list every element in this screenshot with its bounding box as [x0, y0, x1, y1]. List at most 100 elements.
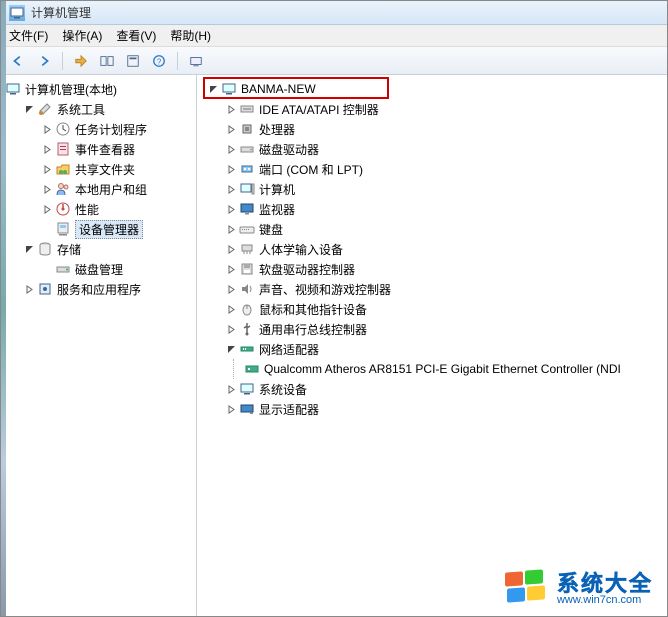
forward-button[interactable] [33, 50, 55, 72]
back-button[interactable] [7, 50, 29, 72]
nic-icon [244, 361, 260, 377]
computer-mgmt-icon [5, 81, 21, 97]
device-label: BANMA-NEW [241, 82, 316, 96]
menu-view[interactable]: 查看(V) [116, 27, 156, 44]
chevron-down-icon[interactable] [225, 343, 237, 355]
titlebar: 计算机管理 [1, 1, 667, 25]
tree-label: 本地用户和组 [75, 181, 147, 198]
device-mgr-icon [55, 221, 71, 237]
chevron-right-icon[interactable] [23, 283, 35, 295]
menu-action[interactable]: 操作(A) [62, 27, 102, 44]
device-mice[interactable]: 鼠标和其他指针设备 [221, 299, 667, 319]
chevron-down-icon[interactable] [23, 243, 35, 255]
tree-performance[interactable]: 性能 [37, 199, 196, 219]
tree-services[interactable]: 服务和应用程序 [19, 279, 196, 299]
chevron-right-icon[interactable] [225, 383, 237, 395]
chevron-right-icon[interactable] [225, 103, 237, 115]
sysdev-icon [239, 381, 255, 397]
tree-task-scheduler[interactable]: 任务计划程序 [37, 119, 196, 139]
chevron-right-icon[interactable] [41, 143, 53, 155]
chevron-right-icon[interactable] [225, 203, 237, 215]
tree-root[interactable]: 计算机管理(本地) [1, 79, 196, 99]
chevron-right-icon[interactable] [41, 183, 53, 195]
chevron-right-icon[interactable] [225, 163, 237, 175]
device-system-devices[interactable]: 系统设备 [221, 379, 667, 399]
chevron-right-icon[interactable] [225, 263, 237, 275]
device-floppy-ctrl[interactable]: 软盘驱动器控制器 [221, 259, 667, 279]
chevron-right-icon[interactable] [225, 323, 237, 335]
tree-local-users[interactable]: 本地用户和组 [37, 179, 196, 199]
help-button[interactable]: ? [148, 50, 170, 72]
device-computer[interactable]: 计算机 [221, 179, 667, 199]
watermark: 系统大全 www.win7cn.com [505, 570, 653, 608]
menu-file[interactable]: 文件(F) [9, 27, 48, 44]
device-disk-drives[interactable]: 磁盘驱动器 [221, 139, 667, 159]
device-monitors[interactable]: 监视器 [221, 199, 667, 219]
device-ide[interactable]: IDE ATA/ATAPI 控制器 [221, 99, 667, 119]
device-label: 通用串行总线控制器 [259, 321, 367, 338]
tree-disk-mgmt[interactable]: 磁盘管理 [37, 259, 196, 279]
device-usb[interactable]: 通用串行总线控制器 [221, 319, 667, 339]
device-display-adapters[interactable]: 显示适配器 [221, 399, 667, 419]
tools-icon [37, 101, 53, 117]
device-network[interactable]: 网络适配器 [221, 339, 667, 359]
clock-icon [55, 121, 71, 137]
device-label: 磁盘驱动器 [259, 141, 319, 158]
device-label: Qualcomm Atheros AR8151 PCI-E Gigabit Et… [264, 362, 621, 376]
chevron-right-icon[interactable] [225, 243, 237, 255]
pc-icon [239, 181, 255, 197]
up-button[interactable] [70, 50, 92, 72]
chevron-down-icon[interactable] [23, 103, 35, 115]
tree-system-tools[interactable]: 系统工具 [19, 99, 196, 119]
toolbar: ? [1, 47, 667, 75]
device-ports[interactable]: 端口 (COM 和 LPT) [221, 159, 667, 179]
device-label: 键盘 [259, 221, 283, 238]
chevron-right-icon[interactable] [41, 123, 53, 135]
device-keyboards[interactable]: 键盘 [221, 219, 667, 239]
menu-help[interactable]: 帮助(H) [170, 27, 211, 44]
right-tree-pane: BANMA-NEW IDE ATA/ATAPI 控制器 处理器 磁盘驱动器 端口… [197, 75, 667, 616]
chevron-right-icon[interactable] [225, 303, 237, 315]
chevron-right-icon[interactable] [225, 403, 237, 415]
tree-device-manager[interactable]: 设备管理器 [37, 219, 196, 239]
tree-shared-folders[interactable]: 共享文件夹 [37, 159, 196, 179]
tree-storage[interactable]: 存储 [19, 239, 196, 259]
port-icon [239, 161, 255, 177]
tree-event-viewer[interactable]: 事件查看器 [37, 139, 196, 159]
device-hid[interactable]: 人体学输入设备 [221, 239, 667, 259]
display-adapter-icon [239, 401, 255, 417]
device-nic-item[interactable]: Qualcomm Atheros AR8151 PCI-E Gigabit Et… [244, 359, 667, 379]
chevron-right-icon[interactable] [225, 123, 237, 135]
device-root[interactable]: BANMA-NEW [203, 79, 667, 99]
window-title: 计算机管理 [31, 4, 91, 21]
tree-label: 服务和应用程序 [57, 281, 141, 298]
device-label: 监视器 [259, 201, 295, 218]
chevron-right-icon[interactable] [225, 223, 237, 235]
chevron-right-icon[interactable] [225, 183, 237, 195]
device-label: 处理器 [259, 121, 295, 138]
properties-button[interactable] [122, 50, 144, 72]
services-icon [37, 281, 53, 297]
hdd-icon [239, 141, 255, 157]
chevron-right-icon[interactable] [225, 283, 237, 295]
showhide-button[interactable] [96, 50, 118, 72]
device-label: 计算机 [259, 181, 295, 198]
refresh-button[interactable] [185, 50, 207, 72]
device-label: 声音、视频和游戏控制器 [259, 281, 391, 298]
device-sound[interactable]: 声音、视频和游戏控制器 [221, 279, 667, 299]
sound-icon [239, 281, 255, 297]
chevron-right-icon[interactable] [225, 143, 237, 155]
chevron-down-icon[interactable] [207, 83, 219, 95]
chevron-right-icon[interactable] [41, 203, 53, 215]
event-icon [55, 141, 71, 157]
disk-icon [55, 261, 71, 277]
chevron-right-icon[interactable] [41, 163, 53, 175]
device-label: 鼠标和其他指针设备 [259, 301, 367, 318]
tree-label: 事件查看器 [75, 141, 135, 158]
device-cpu[interactable]: 处理器 [221, 119, 667, 139]
tree-label: 存储 [57, 241, 81, 258]
share-icon [55, 161, 71, 177]
device-label: 软盘驱动器控制器 [259, 261, 355, 278]
device-label: 人体学输入设备 [259, 241, 343, 258]
tree-label: 任务计划程序 [75, 121, 147, 138]
